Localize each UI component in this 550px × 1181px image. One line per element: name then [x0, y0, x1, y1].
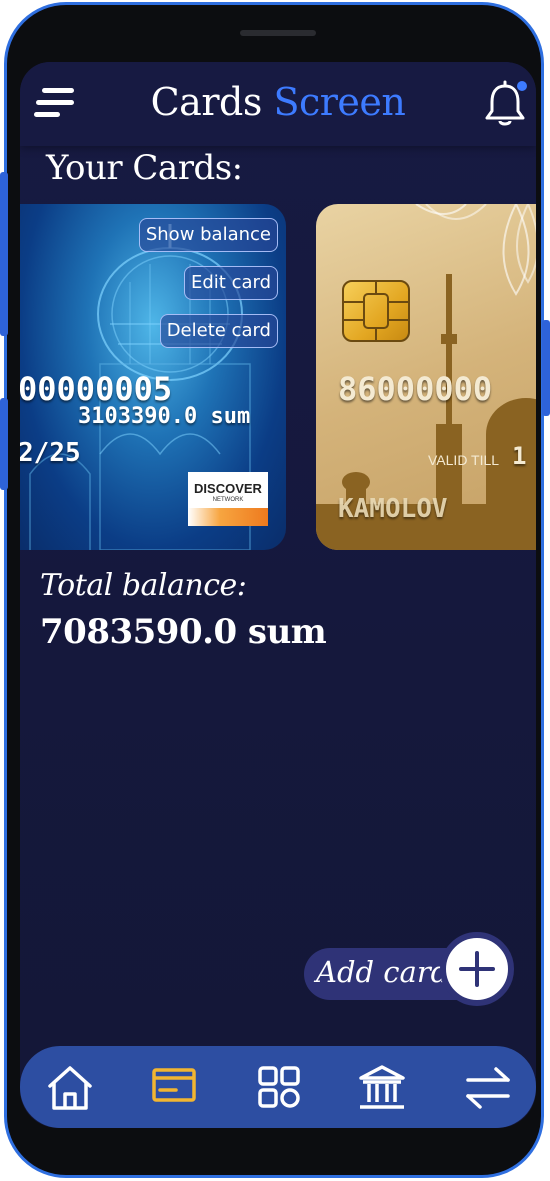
- app-screen: Cards Screen Your Cards: Show balance Ed…: [20, 62, 536, 1128]
- card-holder-name: KAMOLOV: [338, 494, 448, 524]
- valid-till-label: VALID TILL: [428, 452, 500, 468]
- notification-dot: [517, 81, 527, 91]
- page-title: Cards Screen: [20, 80, 536, 124]
- add-card-label: Add card:: [316, 955, 460, 989]
- chip-icon: [342, 280, 410, 342]
- phone-speaker: [240, 30, 316, 36]
- bell-icon[interactable]: [482, 80, 528, 128]
- valid-till-value: 1: [512, 442, 527, 470]
- total-balance-label: Total balance:: [40, 568, 247, 603]
- bank-card-gold[interactable]: 86000000 VALID TILL 1 KAMOLOV: [316, 204, 536, 550]
- your-cards-label: Your Cards:: [46, 148, 243, 188]
- card-number: 00000005: [20, 370, 173, 408]
- phone-side-button-upper: [0, 172, 8, 336]
- credit-card-icon[interactable]: [146, 1060, 202, 1116]
- delete-card-button[interactable]: Delete card: [159, 314, 278, 348]
- card-number: 86000000: [338, 370, 493, 408]
- discover-logo: DISCOVER NETWORK: [188, 472, 268, 526]
- bank-icon[interactable]: [354, 1060, 410, 1116]
- page-title-accent: Screen: [273, 80, 406, 124]
- phone-side-button-right: [542, 320, 550, 416]
- card-expiry: 2/25: [20, 438, 81, 468]
- home-icon[interactable]: [42, 1060, 98, 1116]
- total-balance-value: 7083590.0 sum: [40, 612, 327, 652]
- bottom-navigation: [20, 1046, 536, 1128]
- plus-icon: [459, 951, 495, 987]
- bank-card-blue[interactable]: Show balance Edit card Delete card 00000…: [20, 204, 286, 550]
- edit-card-button[interactable]: Edit card: [183, 266, 278, 300]
- phone-side-button-lower: [0, 398, 8, 490]
- card-balance: 3103390.0 sum: [78, 404, 251, 429]
- app-header: Cards Screen: [20, 62, 536, 146]
- transfer-arrows-icon[interactable]: [460, 1060, 516, 1116]
- show-balance-button[interactable]: Show balance: [138, 218, 278, 252]
- apps-grid-icon[interactable]: [250, 1060, 306, 1116]
- add-card-button[interactable]: [440, 932, 514, 1006]
- page-title-main: Cards: [150, 80, 263, 124]
